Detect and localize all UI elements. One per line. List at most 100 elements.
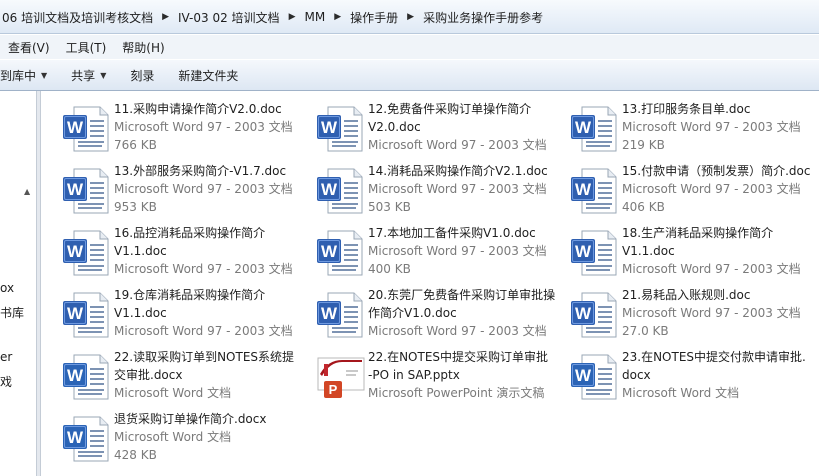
command-bar: 到库中 ▼ 共享 ▼ 刻录 新建文件夹 bbox=[0, 59, 819, 91]
word-file-icon: W bbox=[570, 354, 620, 400]
svg-text:W: W bbox=[575, 180, 592, 199]
file-name: 23.在NOTES中提交付款申请审批. bbox=[622, 350, 806, 364]
nav-item[interactable]: ox bbox=[0, 281, 14, 295]
menu-view[interactable]: 查看(V) bbox=[0, 39, 58, 56]
file-type: Microsoft Word 文档 bbox=[114, 430, 232, 444]
word-file-icon: W bbox=[316, 106, 366, 152]
file-type: Microsoft Word 97 - 2003 文档 bbox=[114, 182, 293, 196]
file-details: 17.本地加工备件采购V1.0.doc Microsoft Word 97 - 2… bbox=[368, 224, 566, 278]
nav-scrollbar[interactable] bbox=[36, 91, 41, 476]
file-item[interactable]: W 22.读取采购订单到NOTES系统提 交审批.docx Microsoft Wo… bbox=[62, 348, 312, 408]
file-name: 16.品控消耗品采购操作简介 bbox=[114, 226, 266, 240]
word-file-icon: W bbox=[316, 168, 366, 214]
file-details: 22.在NOTES中提交采购订单审批 -PO in SAP.pptx Microso… bbox=[368, 348, 566, 402]
file-type: Microsoft Word 97 - 2003 文档 bbox=[368, 182, 547, 196]
chevron-down-icon: ▼ bbox=[41, 70, 48, 80]
word-file-icon: W bbox=[62, 416, 112, 462]
file-item[interactable]: W 14.消耗品采购操作简介V2.1.doc Microsoft Word 97 … bbox=[316, 162, 566, 222]
file-details: 12.免费备件采购订单操作简介 V2.0.doc Microsoft Word 97… bbox=[368, 100, 566, 154]
address-bar[interactable]: 06 培训文档及培训考核文档 ▶ IV-03 02 培训文档 ▶ MM ▶ 操作… bbox=[0, 0, 819, 34]
breadcrumb-item[interactable]: 06 培训文档及培训考核文档 bbox=[0, 9, 159, 26]
file-type: Microsoft Word 97 - 2003 文档 bbox=[622, 120, 801, 134]
include-in-library-button[interactable]: 到库中 ▼ bbox=[0, 67, 59, 84]
breadcrumb-item[interactable]: IV-03 02 培训文档 bbox=[172, 9, 286, 26]
share-label: 共享 bbox=[71, 68, 96, 83]
file-size: 400 KB bbox=[368, 262, 411, 276]
file-details: 18.生产消耗品采购操作简介 V1.1.doc Microsoft Word 97 … bbox=[622, 224, 819, 278]
file-item[interactable]: W 退货采购订单操作简介.docx Microsoft Word 文档 428 KB bbox=[62, 410, 312, 470]
word-file-icon: W bbox=[316, 292, 366, 338]
file-item[interactable]: W 11.采购申请操作简介V2.0.doc Microsoft Word 97 -… bbox=[62, 100, 312, 160]
file-item[interactable]: W 17.本地加工备件采购V1.0.doc Microsoft Word 97 -… bbox=[316, 224, 566, 284]
breadcrumb-item[interactable]: MM bbox=[298, 10, 331, 24]
svg-text:W: W bbox=[67, 428, 84, 447]
file-name: 20.东莞厂免费备件采购订单审批操 bbox=[368, 288, 556, 302]
scroll-up-icon[interactable]: ▲ bbox=[24, 187, 30, 196]
file-details: 14.消耗品采购操作简介V2.1.doc Microsoft Word 97 - … bbox=[368, 162, 566, 216]
file-type: Microsoft Word 97 - 2003 文档 bbox=[622, 182, 801, 196]
breadcrumb-chevron-icon[interactable]: ▶ bbox=[286, 12, 299, 22]
word-file-icon: W bbox=[570, 230, 620, 276]
file-size: 953 KB bbox=[114, 200, 157, 214]
breadcrumb-chevron-icon[interactable]: ▶ bbox=[159, 12, 172, 22]
svg-text:W: W bbox=[575, 304, 592, 323]
file-size: 27.0 KB bbox=[622, 324, 669, 338]
word-file-icon: W bbox=[570, 168, 620, 214]
file-details: 21.易耗品入账规则.doc Microsoft Word 97 - 2003 文… bbox=[622, 286, 819, 340]
navigation-pane[interactable]: ▲ ox 书库 er 戏 bbox=[0, 91, 36, 476]
breadcrumb-chevron-icon[interactable]: ▶ bbox=[331, 12, 344, 22]
file-name: 21.易耗品入账规则.doc bbox=[622, 288, 751, 302]
share-button[interactable]: 共享 ▼ bbox=[59, 67, 118, 84]
svg-text:W: W bbox=[67, 304, 84, 323]
word-file-icon: W bbox=[62, 354, 112, 400]
nav-item[interactable]: er bbox=[0, 350, 12, 364]
menu-help[interactable]: 帮助(H) bbox=[114, 39, 172, 56]
file-item[interactable]: W 18.生产消耗品采购操作简介 V1.1.doc Microsoft Word 9… bbox=[570, 224, 819, 284]
file-name: 19.仓库消耗品采购操作简介 bbox=[114, 288, 266, 302]
word-file-icon: W bbox=[62, 230, 112, 276]
nav-item[interactable]: 书库 bbox=[0, 304, 24, 321]
file-item[interactable]: W 13.打印服务条目单.doc Microsoft Word 97 - 2003… bbox=[570, 100, 819, 160]
file-item[interactable]: W 19.仓库消耗品采购操作简介 V1.1.doc Microsoft Word 9… bbox=[62, 286, 312, 346]
file-type: Microsoft Word 文档 bbox=[622, 386, 740, 400]
breadcrumb-item[interactable]: 采购业务操作手册参考 bbox=[417, 9, 549, 26]
file-name: V1.1.doc bbox=[114, 306, 167, 320]
file-type: Microsoft Word 97 - 2003 文档 bbox=[622, 262, 801, 276]
new-folder-label: 新建文件夹 bbox=[178, 68, 239, 83]
breadcrumb: 06 培训文档及培训考核文档 ▶ IV-03 02 培训文档 ▶ MM ▶ 操作… bbox=[0, 8, 549, 26]
svg-text:W: W bbox=[67, 118, 84, 137]
word-file-icon: W bbox=[570, 106, 620, 152]
new-folder-button[interactable]: 新建文件夹 bbox=[166, 67, 250, 84]
file-size: 219 KB bbox=[622, 138, 665, 152]
burn-button[interactable]: 刻录 bbox=[118, 67, 166, 84]
file-item[interactable]: W 23.在NOTES中提交付款申请审批. docx Microsoft Word … bbox=[570, 348, 819, 408]
word-file-icon: W bbox=[316, 230, 366, 276]
file-item[interactable]: W 16.品控消耗品采购操作简介 V1.1.doc Microsoft Word 9… bbox=[62, 224, 312, 284]
file-item[interactable]: P 22.在NOTES中提交采购订单审批 -PO in SAP.pptx Micro… bbox=[316, 348, 566, 408]
svg-text:W: W bbox=[67, 242, 84, 261]
file-type: Microsoft Word 97 - 2003 文档 bbox=[368, 138, 547, 152]
file-type: Microsoft Word 97 - 2003 文档 bbox=[368, 324, 547, 338]
file-name: 作简介V1.0.doc bbox=[368, 306, 457, 320]
breadcrumb-item[interactable]: 操作手册 bbox=[344, 9, 404, 26]
breadcrumb-chevron-icon[interactable]: ▶ bbox=[404, 12, 417, 22]
file-name: V1.1.doc bbox=[114, 244, 167, 258]
file-type: Microsoft Word 97 - 2003 文档 bbox=[114, 262, 293, 276]
file-item[interactable]: W 13.外部服务采购简介-V1.7.doc Microsoft Word 97 … bbox=[62, 162, 312, 222]
file-item[interactable]: W 15.付款申请（预制发票）简介.doc Microsoft Word 97 -… bbox=[570, 162, 819, 222]
file-type: Microsoft Word 97 - 2003 文档 bbox=[114, 120, 293, 134]
file-name: 15.付款申请（预制发票）简介.doc bbox=[622, 164, 811, 178]
nav-item[interactable]: 戏 bbox=[0, 373, 12, 390]
file-details: 19.仓库消耗品采购操作简介 V1.1.doc Microsoft Word 97 … bbox=[114, 286, 312, 340]
file-item[interactable]: W 20.东莞厂免费备件采购订单审批操 作简介V1.0.doc Microsoft … bbox=[316, 286, 566, 346]
file-name: 14.消耗品采购操作简介V2.1.doc bbox=[368, 164, 548, 178]
file-name: 17.本地加工备件采购V1.0.doc bbox=[368, 226, 536, 240]
file-item[interactable]: W 21.易耗品入账规则.doc Microsoft Word 97 - 2003… bbox=[570, 286, 819, 346]
file-details: 退货采购订单操作简介.docx Microsoft Word 文档 428 KB bbox=[114, 410, 312, 464]
file-type: Microsoft PowerPoint 演示文稿 bbox=[368, 386, 545, 400]
file-name: 13.外部服务采购简介-V1.7.doc bbox=[114, 164, 287, 178]
file-details: 13.外部服务采购简介-V1.7.doc Microsoft Word 97 - … bbox=[114, 162, 312, 216]
svg-text:W: W bbox=[575, 242, 592, 261]
menu-tools[interactable]: 工具(T) bbox=[58, 39, 115, 56]
file-item[interactable]: W 12.免费备件采购订单操作简介 V2.0.doc Microsoft Word … bbox=[316, 100, 566, 160]
